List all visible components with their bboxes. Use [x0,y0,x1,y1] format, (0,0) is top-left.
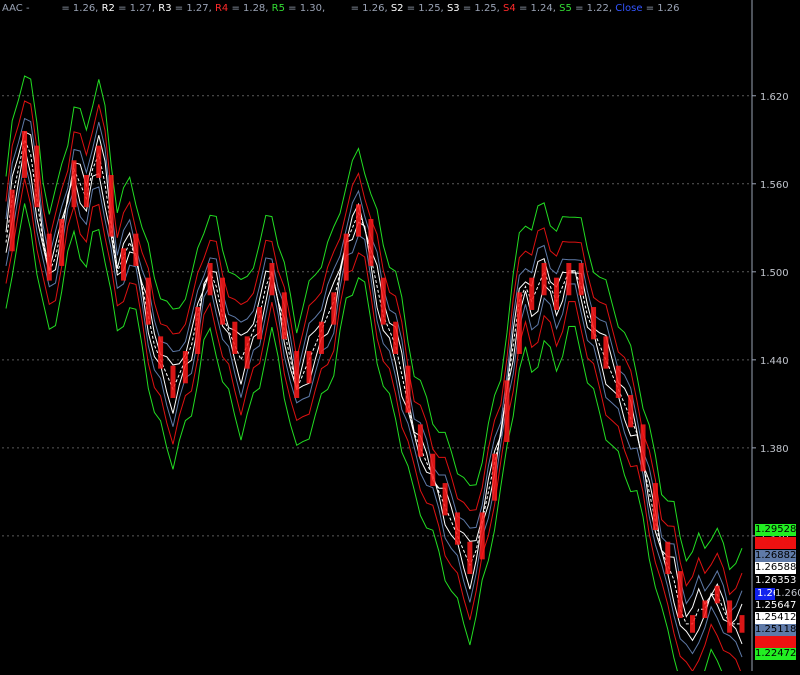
candle-bar-117 [727,600,733,633]
candle-bar-15 [96,145,102,178]
candle-bar-53 [331,292,337,325]
legend-r4-value: = 1.28, [231,3,269,14]
legend-s1-value: = 1.26, [350,3,388,14]
candle-bar-45 [281,292,287,340]
candle-bar-47 [294,351,300,398]
candle-bar-23 [145,277,151,325]
candle-bar-13 [83,174,89,208]
legend-s3-label: S3 [446,3,460,14]
candle-bar-35 [219,277,225,325]
legend-pivot-value: = 1.26, [61,3,99,14]
candle-bar-17 [108,174,114,237]
candle-bar-83 [516,292,522,354]
legend-s3-value: = 1.25, [462,3,500,14]
candle-bar-61 [380,277,386,325]
legend-s2-label: S2 [390,3,404,14]
candle-bar-119 [739,615,745,633]
candle-bar-105 [652,483,658,531]
price-badge-2: 1.26882 [755,550,797,562]
legend-r4-label: R4 [214,3,229,14]
price-badge-4: 1.26353 [755,575,797,587]
price-badge-5: 1.261 [755,588,786,600]
price-badge-10: 1.24236 [755,636,797,648]
legend-r3-value: = 1.27, [174,3,212,14]
price-badge-8: 1.25412 [755,612,797,624]
candle-bar-5 [34,145,40,208]
candle-bar-109 [677,571,683,619]
legend-s4-label: S4 [503,3,516,14]
candle-bar-39 [244,336,250,369]
legend-r5-label: R5 [271,3,285,14]
price-badge-1: 1.27758 [755,537,797,549]
candle-bar-87 [541,263,547,296]
candle-bar-37 [232,321,238,354]
candle-bar-11 [71,160,77,208]
candle-bar-97 [603,336,609,369]
candle-bar-51 [318,321,324,354]
legend-close-value: = 1.26 [645,3,680,14]
candle-bar-93 [578,263,584,296]
candle-bar-73 [454,512,460,545]
candle-bar-7 [46,233,52,281]
legend-s2-value: = 1.25, [406,3,444,14]
candle-bar-21 [133,233,139,266]
candle-bar-71 [442,483,448,516]
candle-bar-67 [417,424,423,457]
price-badge-3: 1.26588 [755,562,797,574]
legend-r2-label: R2 [101,3,115,14]
candle-bar-79 [492,453,498,501]
legend-r3-label: R3 [158,3,172,14]
candle-bar-95 [591,307,597,340]
candle-bar-69 [430,453,436,487]
legend-r5-value: = 1.30, [288,3,326,14]
candle-bar-25 [158,336,164,369]
candle-bar-63 [393,321,399,354]
candle-bar-31 [195,307,201,354]
legend-symbol: AAC - [2,3,30,14]
candle-bar-81 [504,380,510,442]
candle-bar-3 [22,130,28,178]
price-badge-7: 1.25647 [755,600,797,612]
price-badge-11: 1.22472 [755,648,797,660]
candle-bar-111 [690,615,696,633]
candle-bar-89 [553,277,559,310]
candle-bar-91 [566,263,572,296]
price-badge-0: 1.29528 [755,524,797,536]
legend-s4-value: = 1.24, [518,3,556,14]
candle-bar-9 [59,218,65,266]
legend-s5-label: S5 [559,3,572,14]
candle-bar-43 [269,263,275,296]
candle-bar-77 [479,512,485,560]
legend-r2-value: = 1.27, [118,3,156,14]
candle-bar-19 [121,248,127,281]
chart-svg: 1.6201.5601.5001.4401.3801.320 [0,0,800,675]
price-badge-9: 1.25118 [755,624,797,636]
candle-bar-57 [356,204,362,237]
candle-bar-27 [170,365,176,398]
candle-bar-107 [665,541,671,575]
legend-s5-value: = 1.22, [575,3,613,14]
legend-close-label: Close [615,3,643,14]
candle-bar-1 [9,189,15,252]
candle-bar-101 [628,395,634,428]
chart-background [0,0,800,671]
candle-bar-75 [467,541,473,575]
candle-bar-113 [702,600,708,619]
candle-bar-115 [714,585,720,604]
candle-bar-55 [343,233,349,281]
chart-area: 1.6201.5601.5001.4401.3801.320 [0,0,800,675]
candle-bar-103 [640,424,646,472]
candle-bar-49 [306,351,312,384]
candle-bar-85 [529,277,535,310]
candle-bar-65 [405,365,411,413]
candle-bar-29 [182,351,188,384]
candle-bar-59 [368,218,374,266]
candle-bar-41 [257,307,263,340]
candle-bar-33 [207,263,213,296]
price-badge-6: 1.260 [775,588,800,600]
price-badges: 1.29528 1.27758 1.26882 1.26588 1.26353 1.261… [753,0,800,671]
candle-bar-99 [615,365,621,398]
indicator-legend: AAC - = 1.26, R2 = 1.27, R3 = 1.27, R4 =… [2,2,680,16]
